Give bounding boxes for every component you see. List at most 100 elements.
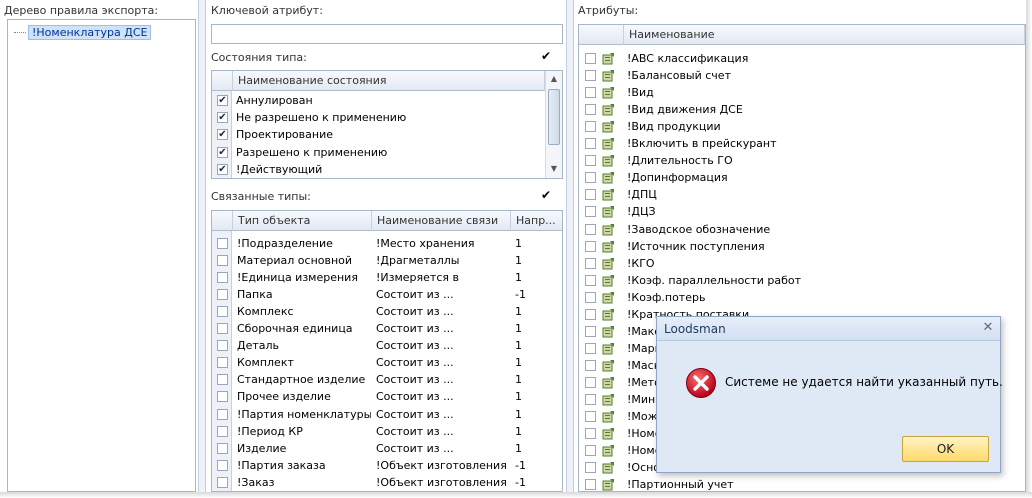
linked-col-type[interactable]: Тип объекта bbox=[233, 211, 372, 231]
splitter-right[interactable] bbox=[566, 0, 574, 492]
linked-checkbox[interactable] bbox=[217, 425, 228, 437]
linked-checkbox[interactable] bbox=[217, 442, 228, 454]
state-row[interactable]: ✔ Проектирование bbox=[212, 126, 545, 143]
attr-checkbox[interactable] bbox=[585, 479, 596, 491]
linked-row[interactable]: Стандартное изделие Состоит из ... 1 bbox=[212, 371, 562, 388]
close-icon[interactable]: ✕ bbox=[980, 320, 996, 336]
attr-checkbox[interactable] bbox=[585, 104, 596, 116]
states-grid[interactable]: Наименование состояния ✔ Аннулирован ✔ Не р… bbox=[211, 70, 563, 179]
attr-row[interactable]: !Допинформация bbox=[579, 169, 1025, 186]
dialog-titlebar[interactable]: Loodsman ✕ bbox=[657, 317, 1000, 341]
tree-view[interactable]: !Номенклатура ДСЕ bbox=[7, 19, 196, 492]
attr-row[interactable]: !Включить в прейскурант bbox=[579, 135, 1025, 152]
linked-types-grid[interactable]: Тип объекта Наименование связи Напр... !… bbox=[211, 210, 563, 492]
attr-checkbox[interactable] bbox=[585, 445, 596, 457]
attr-row[interactable]: !Вид движения ДСЕ bbox=[579, 101, 1025, 118]
state-checkbox[interactable]: ✔ bbox=[217, 129, 228, 141]
states-select-all-checkmark[interactable]: ✔ bbox=[541, 49, 551, 63]
splitter-left[interactable] bbox=[198, 0, 206, 492]
attr-checkbox[interactable] bbox=[585, 87, 596, 99]
attr-checkbox[interactable] bbox=[585, 121, 596, 133]
state-row[interactable]: ✔ Аннулирован bbox=[212, 92, 545, 109]
attr-row[interactable]: !Партионный учет bbox=[579, 476, 1025, 491]
attr-checkbox[interactable] bbox=[585, 53, 596, 64]
attr-row[interactable]: !Заводское обозначение bbox=[579, 221, 1025, 238]
state-row[interactable]: ✔ Разрешено к применению bbox=[212, 144, 545, 161]
linked-row[interactable]: Материал основной !Драгметаллы 1 bbox=[212, 252, 562, 269]
linked-col-link[interactable]: Наименование связи bbox=[372, 211, 511, 231]
attr-checkbox[interactable] bbox=[585, 172, 596, 184]
attr-row[interactable]: !Вид bbox=[579, 84, 1025, 101]
attr-checkbox[interactable] bbox=[585, 291, 596, 303]
attr-checkbox[interactable] bbox=[585, 428, 596, 440]
attr-checkbox[interactable] bbox=[585, 359, 596, 371]
linked-select-all-checkmark[interactable]: ✔ bbox=[541, 188, 551, 202]
attr-checkbox[interactable] bbox=[585, 274, 596, 286]
attr-row[interactable]: !ДЦЗ bbox=[579, 203, 1025, 220]
attr-checkbox[interactable] bbox=[585, 462, 596, 474]
linked-checkbox[interactable] bbox=[217, 391, 228, 403]
attr-checkbox[interactable] bbox=[585, 223, 596, 235]
linked-row[interactable]: Папка Состоит из ... -1 bbox=[212, 286, 562, 303]
linked-row[interactable]: !Партия номенклатуры Состоит из ... 1 bbox=[212, 406, 562, 423]
linked-row[interactable]: !Подразделение !Место хранения 1 bbox=[212, 235, 562, 252]
state-row[interactable]: ✔ Не разрешено к применению bbox=[212, 109, 545, 126]
attr-checkbox[interactable] bbox=[585, 308, 596, 320]
attr-checkbox[interactable] bbox=[585, 257, 596, 269]
attr-checkbox[interactable] bbox=[585, 189, 596, 201]
states-scrollbar[interactable]: ▲ ▼ bbox=[545, 71, 562, 178]
attr-checkbox[interactable] bbox=[585, 155, 596, 167]
attrs-col-name[interactable]: Наименование bbox=[624, 25, 1025, 45]
linked-checkbox[interactable] bbox=[217, 289, 228, 301]
linked-row[interactable]: Прочее изделие Состоит из ... 1 bbox=[212, 388, 562, 405]
attr-row[interactable]: !Источник поступления bbox=[579, 238, 1025, 255]
attr-checkbox[interactable] bbox=[585, 376, 596, 388]
linked-checkbox[interactable] bbox=[217, 357, 228, 369]
linked-checkbox[interactable] bbox=[217, 306, 228, 318]
attr-row[interactable]: !Коэф. параллельности работ bbox=[579, 272, 1025, 289]
scroll-down-icon[interactable]: ▼ bbox=[546, 161, 562, 177]
linked-checkbox[interactable] bbox=[217, 374, 228, 386]
attr-checkbox[interactable] bbox=[585, 325, 596, 337]
linked-col-dir[interactable]: Напр... bbox=[511, 211, 562, 231]
attr-row[interactable]: !Балансовый счет bbox=[579, 67, 1025, 84]
linked-checkbox[interactable] bbox=[217, 476, 228, 488]
attr-checkbox[interactable] bbox=[585, 342, 596, 354]
state-row[interactable]: ✔ !Действующий bbox=[212, 161, 545, 178]
tree-node[interactable]: !Номенклатура ДСЕ bbox=[14, 25, 152, 40]
state-checkbox[interactable]: ✔ bbox=[217, 112, 228, 124]
attr-row[interactable]: !Вид продукции bbox=[579, 118, 1025, 135]
attr-row[interactable]: !Длительность ГО bbox=[579, 152, 1025, 169]
linked-checkbox[interactable] bbox=[217, 340, 228, 352]
linked-row[interactable]: !Партия заказа !Объект изготовления -1 bbox=[212, 457, 562, 474]
linked-row[interactable]: !Заказ !Объект изготовления -1 bbox=[212, 474, 562, 491]
linked-row[interactable]: Комплекс Состоит из ... 1 bbox=[212, 303, 562, 320]
ok-button[interactable]: OK bbox=[902, 436, 989, 462]
linked-checkbox[interactable] bbox=[217, 272, 228, 284]
attr-row[interactable]: !КГО bbox=[579, 255, 1025, 272]
linked-row[interactable]: Деталь Состоит из ... 1 bbox=[212, 337, 562, 354]
scroll-thumb[interactable] bbox=[548, 89, 560, 145]
linked-row[interactable]: Сборочная единица Состоит из ... 1 bbox=[212, 320, 562, 337]
states-col-name[interactable]: Наименование состояния bbox=[233, 71, 545, 91]
linked-checkbox[interactable] bbox=[217, 323, 228, 335]
attr-checkbox[interactable] bbox=[585, 394, 596, 405]
linked-checkbox[interactable] bbox=[217, 238, 228, 249]
linked-row[interactable]: Изделие Состоит из ... 1 bbox=[212, 440, 562, 457]
attr-row[interactable]: !Коэф.потерь bbox=[579, 289, 1025, 306]
state-checkbox[interactable]: ✔ bbox=[217, 146, 228, 158]
attr-checkbox[interactable] bbox=[585, 70, 596, 82]
attr-checkbox[interactable] bbox=[585, 240, 596, 252]
state-checkbox[interactable]: ✔ bbox=[217, 163, 228, 175]
linked-checkbox[interactable] bbox=[217, 408, 228, 420]
attr-checkbox[interactable] bbox=[585, 206, 596, 218]
attr-row[interactable]: !ABC классификация bbox=[579, 50, 1025, 67]
linked-row[interactable]: !Период КР Состоит из ... 1 bbox=[212, 423, 562, 440]
attr-checkbox[interactable] bbox=[585, 411, 596, 423]
linked-checkbox[interactable] bbox=[217, 459, 228, 471]
linked-checkbox[interactable] bbox=[217, 255, 228, 267]
key-attr-input[interactable] bbox=[211, 24, 563, 44]
scroll-up-icon[interactable]: ▲ bbox=[546, 71, 562, 87]
attr-checkbox[interactable] bbox=[585, 138, 596, 150]
linked-row[interactable]: Комплект Состоит из ... 1 bbox=[212, 354, 562, 371]
